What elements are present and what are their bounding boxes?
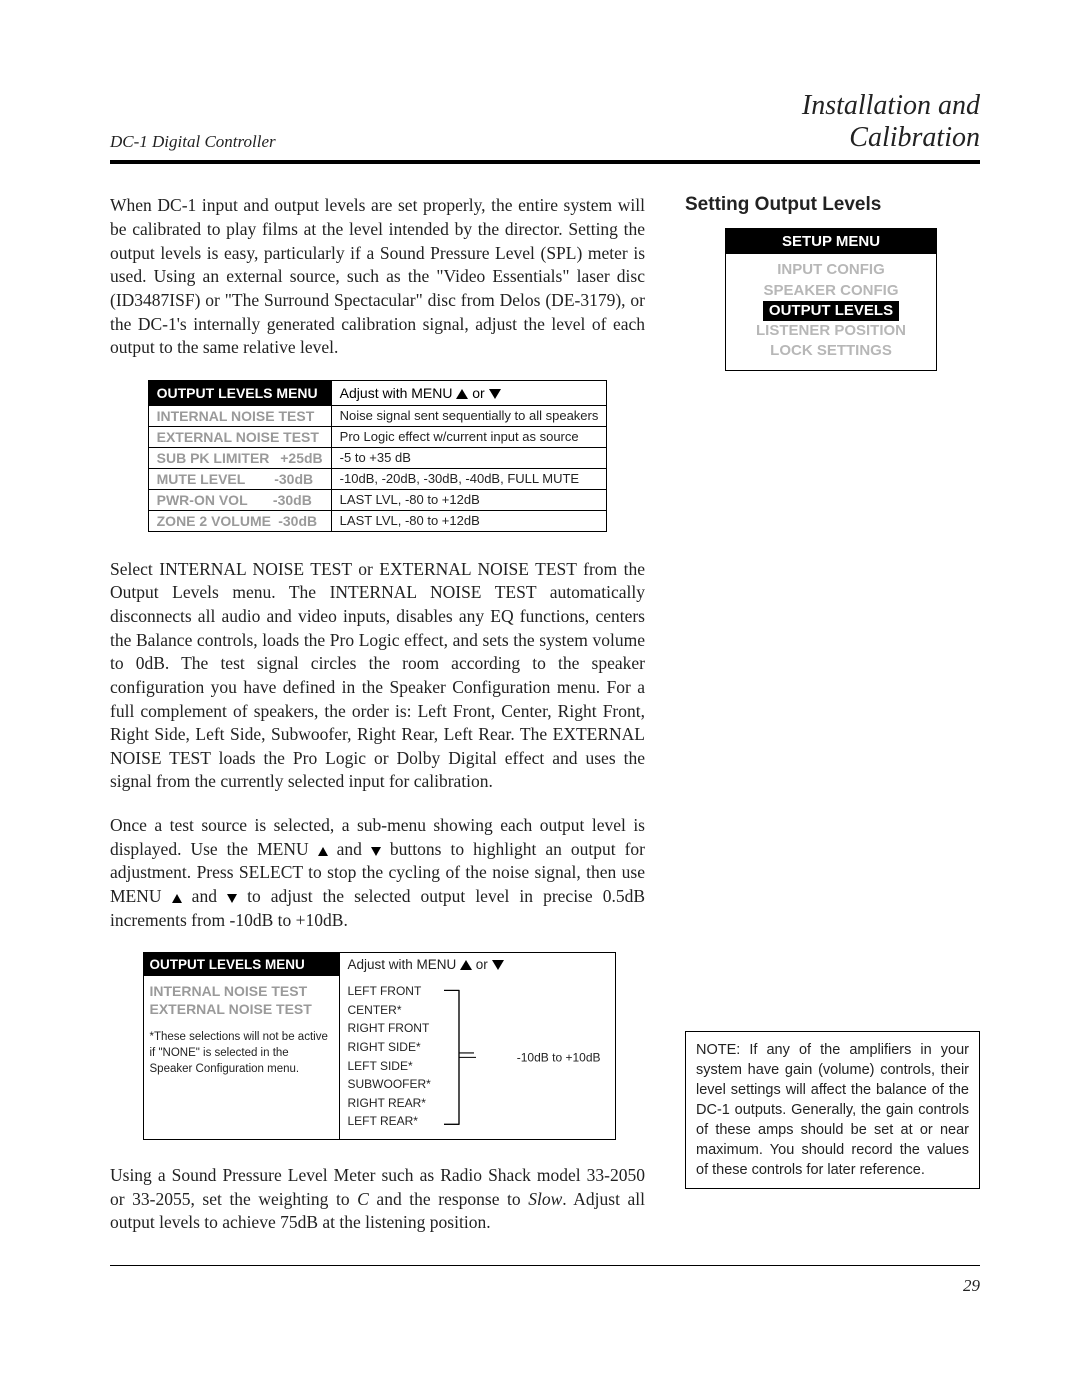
p4-seg-b: and the response to bbox=[369, 1189, 528, 1209]
menu-up-icon bbox=[456, 389, 468, 399]
menu-up-icon bbox=[460, 960, 472, 970]
fig2-left-item-1: EXTERNAL NOISE TEST bbox=[150, 1000, 333, 1018]
setup-item-4: LOCK SETTINGS bbox=[726, 341, 936, 361]
fig2-range: -10dB to +10dB bbox=[517, 1048, 601, 1067]
output-levels-submenu-figure: OUTPUT LEVELS MENU INTERNAL NOISE TEST E… bbox=[143, 952, 613, 1140]
product-name: DC-1 Digital Controller bbox=[110, 132, 276, 152]
fig2-left-heading: OUTPUT LEVELS MENU bbox=[144, 953, 339, 976]
chapter-line-1: Installation and bbox=[802, 90, 980, 122]
fig1-row4-desc: LAST LVL, -80 to +12dB bbox=[331, 489, 607, 510]
p3-seg-d: and bbox=[182, 886, 227, 906]
setup-item-2-selected: OUTPUT LEVELS bbox=[763, 301, 899, 321]
fig1-row0-desc: Noise signal sent sequentially to all sp… bbox=[331, 405, 607, 426]
menu-down-icon bbox=[371, 847, 381, 856]
side-column: Setting Output Levels SETUP MENU INPUT C… bbox=[685, 194, 980, 1254]
setup-menu-title: SETUP MENU bbox=[726, 229, 936, 254]
fig1-row5-name: ZONE 2 VOLUME bbox=[157, 513, 271, 529]
menu-down-icon bbox=[227, 894, 237, 903]
setup-item-1: SPEAKER CONFIG bbox=[726, 281, 936, 301]
page-number: 29 bbox=[963, 1276, 980, 1295]
fig1-row3-desc: -10dB, -20dB, -30dB, -40dB, FULL MUTE bbox=[331, 468, 607, 489]
fig2-right-heading: Adjust with MENU or bbox=[340, 953, 615, 976]
paragraph-noise-test: Select INTERNAL NOISE TEST or EXTERNAL N… bbox=[110, 558, 645, 794]
fig1-row2-desc: -5 to +35 dB bbox=[331, 447, 607, 468]
page-footer: 29 bbox=[110, 1265, 980, 1296]
page-header: DC-1 Digital Controller Installation and… bbox=[110, 90, 980, 164]
fig2-right-head-suffix: or bbox=[472, 957, 492, 972]
menu-up-icon bbox=[318, 847, 328, 856]
fig1-row2-val: +25dB bbox=[280, 450, 322, 466]
section-heading: Setting Output Levels bbox=[685, 194, 980, 216]
fig1-right-head-suffix: or bbox=[468, 385, 488, 401]
chapter-line-2: Calibration bbox=[802, 122, 980, 154]
fig1-row4-val: -30dB bbox=[273, 492, 312, 508]
fig1-row3-val: -30dB bbox=[274, 471, 313, 487]
amplifier-note-box: NOTE: If any of the amplifiers in your s… bbox=[685, 1031, 980, 1189]
main-column: When DC-1 input and output levels are se… bbox=[110, 194, 645, 1254]
p4-italic-2: Slow bbox=[528, 1189, 562, 1209]
menu-down-icon bbox=[492, 960, 504, 970]
bracket-icon bbox=[444, 986, 484, 1129]
fig1-right-head-prefix: Adjust with MENU bbox=[340, 385, 457, 401]
fig1-left-heading: OUTPUT LEVELS MENU bbox=[148, 380, 331, 405]
fig1-row1-desc: Pro Logic effect w/current input as sour… bbox=[331, 426, 607, 447]
fig2-right-head-prefix: Adjust with MENU bbox=[348, 957, 461, 972]
setup-menu-figure: SETUP MENU INPUT CONFIG SPEAKER CONFIG O… bbox=[725, 228, 937, 370]
fig1-row1-name: EXTERNAL NOISE TEST bbox=[157, 429, 319, 445]
paragraph-spl: Using a Sound Pressure Level Meter such … bbox=[110, 1164, 645, 1235]
fig1-right-heading: Adjust with MENU or bbox=[331, 380, 607, 405]
p3-seg-b: and bbox=[328, 839, 371, 859]
chapter-title: Installation and Calibration bbox=[802, 90, 980, 154]
fig1-row0-name: INTERNAL NOISE TEST bbox=[157, 408, 315, 424]
fig1-row2-name: SUB PK LIMITER bbox=[157, 450, 270, 466]
paragraph-submenu: Once a test source is selected, a sub-me… bbox=[110, 814, 645, 932]
fig1-row5-val: -30dB bbox=[278, 513, 317, 529]
fig1-row5-desc: LAST LVL, -80 to +12dB bbox=[331, 510, 607, 531]
setup-item-0: INPUT CONFIG bbox=[726, 260, 936, 280]
fig2-footnote: *These selections will not be active if … bbox=[144, 1023, 339, 1087]
setup-item-3: LISTENER POSITION bbox=[726, 321, 936, 341]
output-levels-menu-table: OUTPUT LEVELS MENU Adjust with MENU or I… bbox=[148, 380, 608, 532]
p4-italic-1: C bbox=[357, 1189, 369, 1209]
fig2-left-item-0: INTERNAL NOISE TEST bbox=[150, 982, 333, 1000]
fig1-row4-name: PWR-ON VOL bbox=[157, 492, 248, 508]
intro-paragraph: When DC-1 input and output levels are se… bbox=[110, 194, 645, 359]
menu-up-icon bbox=[172, 894, 182, 903]
menu-down-icon bbox=[489, 389, 501, 399]
fig1-row3-name: MUTE LEVEL bbox=[157, 471, 246, 487]
